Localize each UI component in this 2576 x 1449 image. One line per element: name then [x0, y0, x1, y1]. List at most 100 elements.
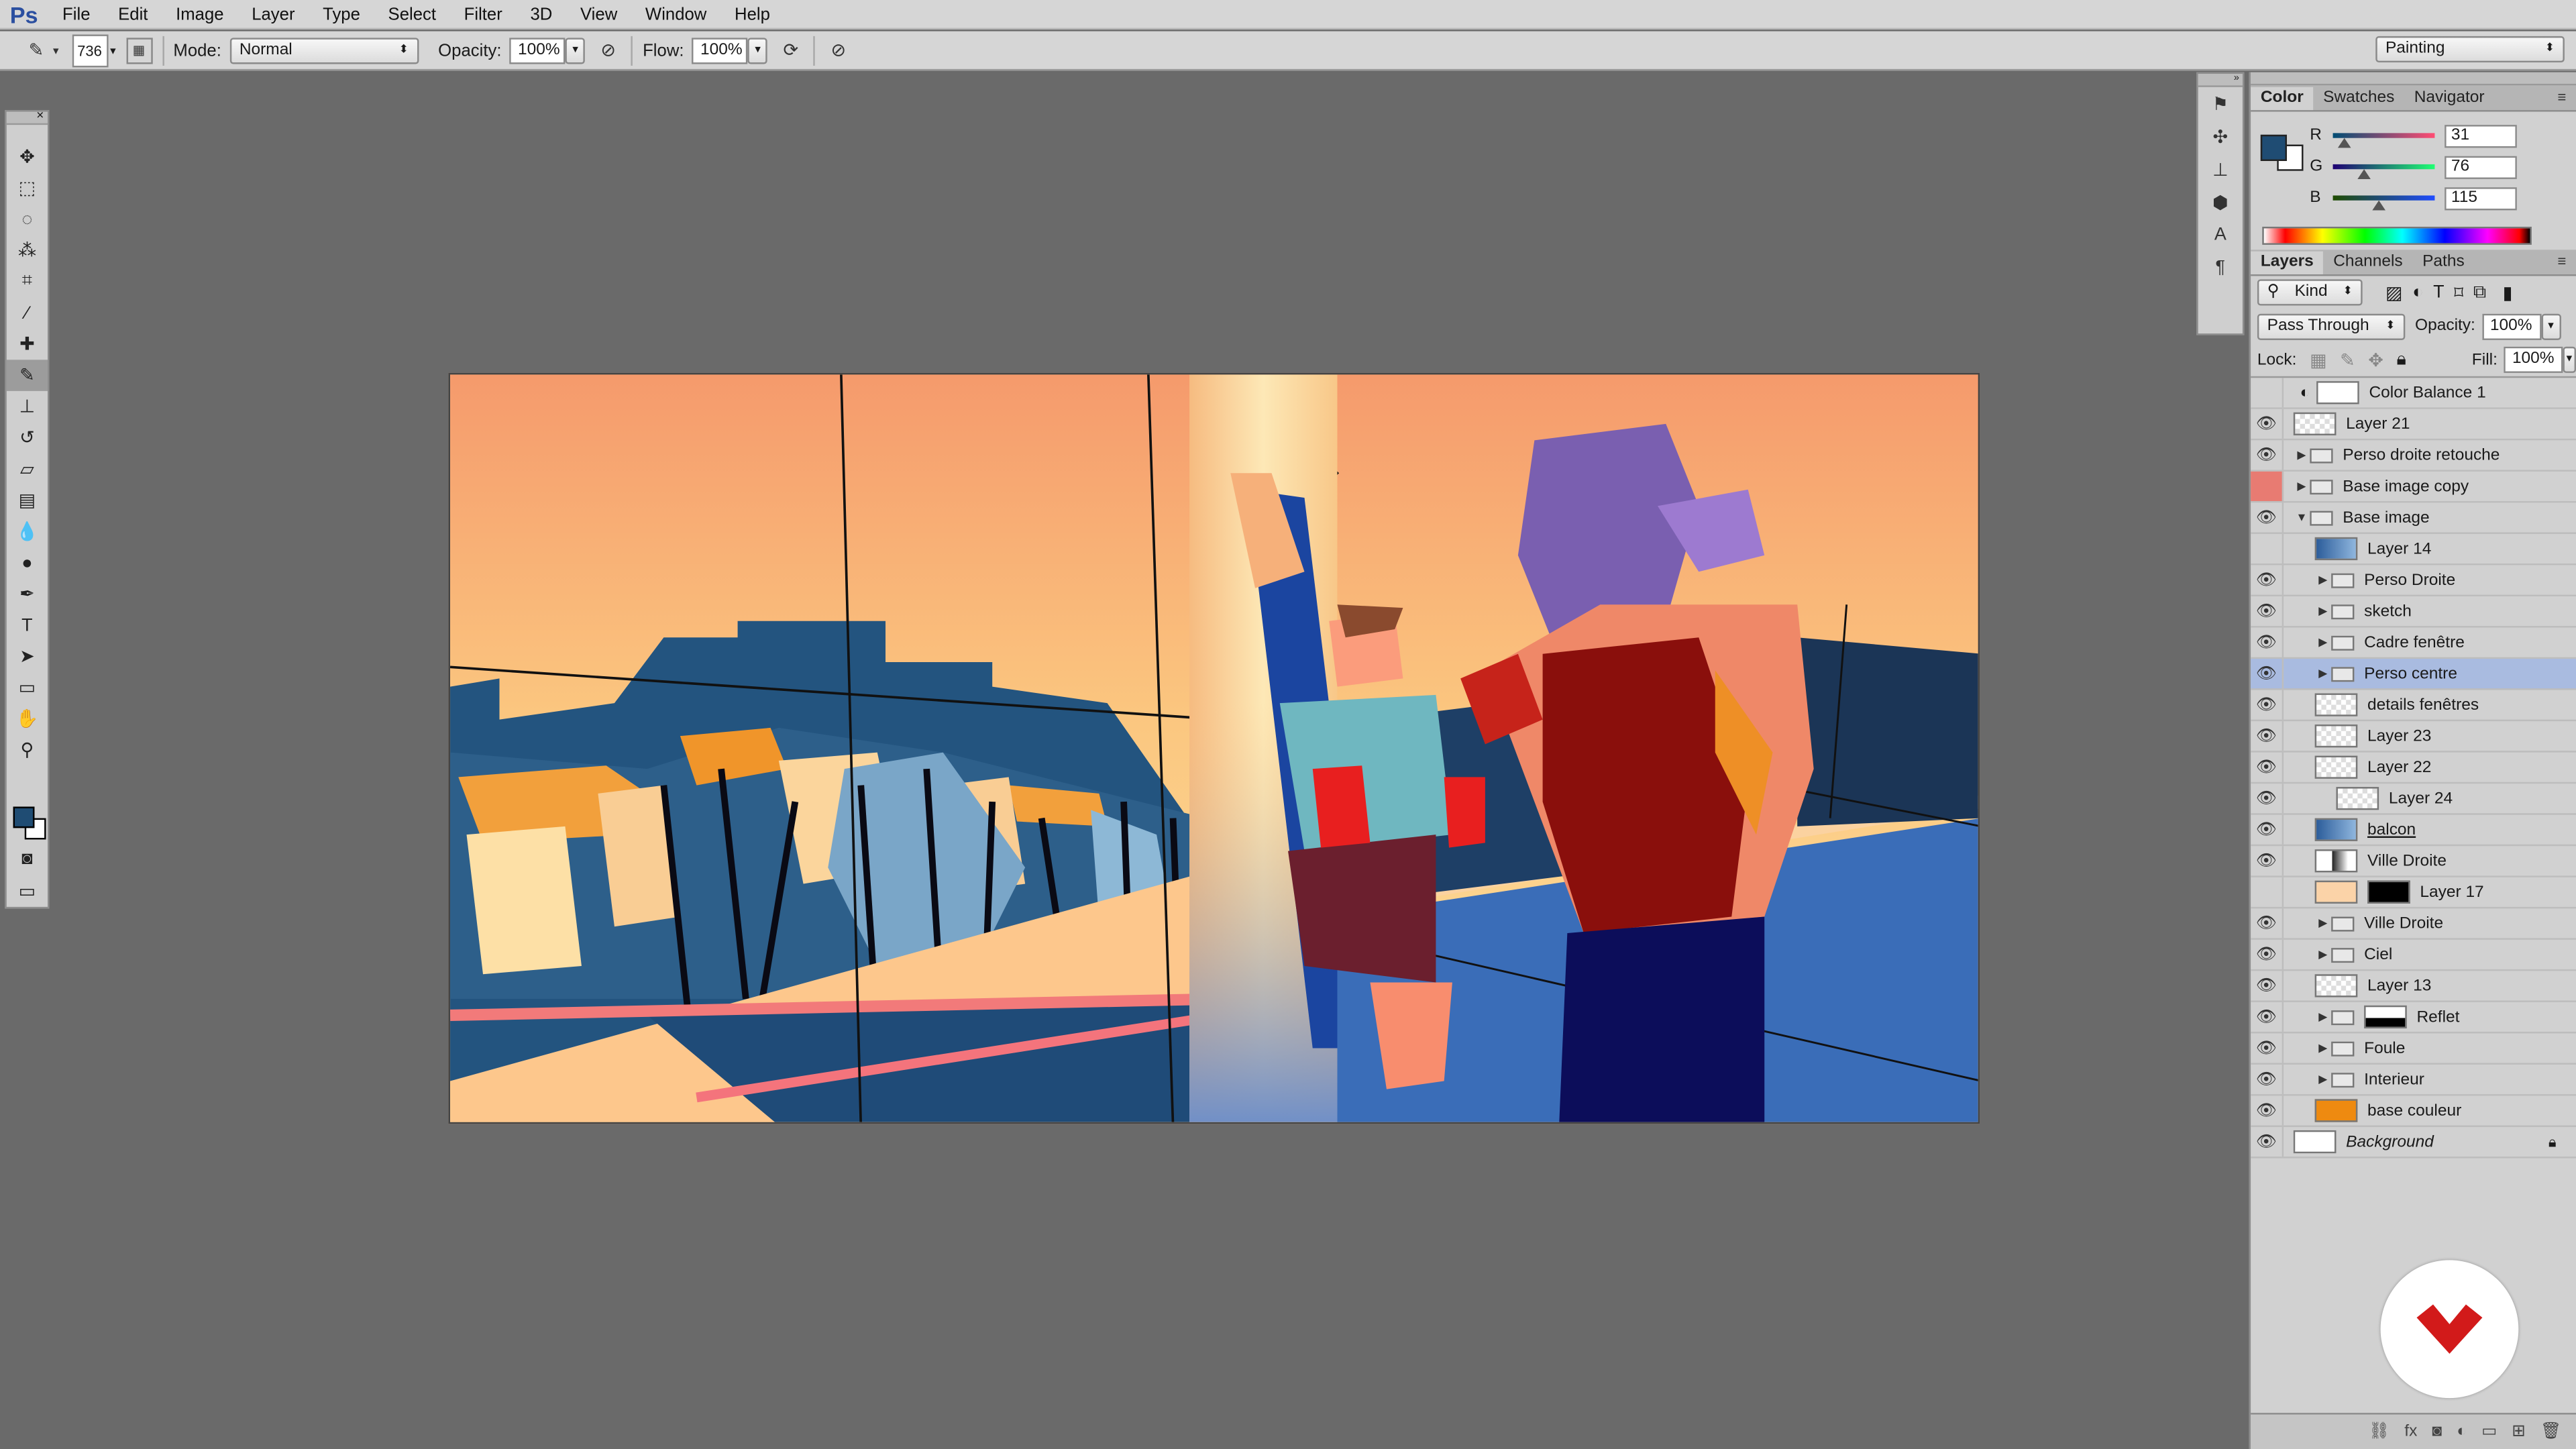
visibility-eye-icon[interactable]: 👁︎	[2251, 1064, 2284, 1095]
expand-arrow-right-icon[interactable]: ▶	[2315, 1010, 2331, 1024]
menu-filter[interactable]: Filter	[464, 4, 502, 23]
filter-kind-select[interactable]: ⚲ Kind ⬍	[2257, 279, 2363, 306]
menu-file[interactable]: File	[62, 4, 90, 23]
layer-row[interactable]: 👁︎ ▶ Perso droite retouche	[2251, 440, 2576, 472]
filter-pixel-icon[interactable]: ▨	[2385, 282, 2402, 303]
healing-brush-tool-icon[interactable]: ✚	[7, 329, 48, 360]
gradient-tool-icon[interactable]: ▤	[7, 484, 48, 516]
visibility-eye-icon[interactable]: 👁︎	[2251, 1095, 2284, 1126]
clone-stamp-tool-icon[interactable]: ⊥	[7, 391, 48, 423]
visibility-eye-icon[interactable]: 👁︎	[2251, 784, 2284, 814]
layer-thumbnail[interactable]	[2314, 1099, 2358, 1122]
layer-thumbnail[interactable]	[2314, 755, 2358, 779]
blue-value-input[interactable]: 115	[2445, 186, 2517, 210]
expand-arrow-right-icon[interactable]: ▶	[2294, 449, 2310, 462]
mode-select[interactable]: Normal ⬍	[229, 37, 419, 64]
layer-thumbnail[interactable]	[2314, 818, 2358, 841]
clone-source-icon[interactable]: ⊥	[2198, 153, 2243, 186]
rectangle-tool-icon[interactable]: ▭	[7, 672, 48, 704]
quick-mask-icon[interactable]: ◙	[7, 843, 48, 874]
filter-adjustment-icon[interactable]: ◐	[2412, 282, 2423, 302]
layer-thumbnail[interactable]	[2316, 381, 2359, 405]
layer-row[interactable]: 👁︎ ▶ Reflet	[2251, 1002, 2576, 1034]
type-tool-icon[interactable]: T	[7, 610, 48, 641]
layer-row[interactable]: 👁︎ Layer 22	[2251, 752, 2576, 784]
expand-arrow-right-icon[interactable]: ▶	[2315, 636, 2331, 649]
airbrush-icon[interactable]: ⟳	[777, 37, 804, 63]
layer-thumbnail[interactable]	[2293, 412, 2337, 435]
expand-arrow-right-icon[interactable]: ▶	[2315, 574, 2331, 586]
visibility-eye-icon[interactable]: 👁︎	[2251, 1002, 2284, 1032]
mask-thumbnail[interactable]	[2364, 1005, 2407, 1029]
layer-row[interactable]: 👁︎ details fenêtres	[2251, 690, 2576, 722]
menu-layer[interactable]: Layer	[252, 4, 294, 23]
layer-row[interactable]: ◐ Color Balance 1	[2251, 378, 2576, 409]
filter-toggle-icon[interactable]: ▮	[2503, 282, 2513, 303]
layer-thumbnail[interactable]	[2314, 724, 2358, 748]
layer-thumbnail[interactable]	[2314, 693, 2358, 716]
expand-arrow-right-icon[interactable]: ▶	[2315, 1073, 2331, 1086]
opacity-input[interactable]: 100%	[509, 37, 566, 64]
panel-menu-icon[interactable]: ≡	[2557, 89, 2566, 105]
menu-image[interactable]: Image	[176, 4, 223, 23]
layer-row[interactable]: 👁︎ Layer 21	[2251, 409, 2576, 441]
layer-row[interactable]: 👁︎ ▶ sketch	[2251, 596, 2576, 628]
tab-navigator[interactable]: Navigator	[2404, 87, 2494, 110]
visibility-eye-icon[interactable]: 👁︎	[2251, 659, 2284, 689]
opacity-dropdown-icon[interactable]: ▾	[565, 37, 586, 64]
lock-transparency-icon[interactable]: ▦	[2310, 349, 2326, 370]
blue-slider-track[interactable]	[2332, 195, 2435, 211]
visibility-eye-icon[interactable]: 👁︎	[2251, 1033, 2284, 1063]
fill-dropdown-icon[interactable]: ▾	[2562, 346, 2576, 373]
red-slider-thumb[interactable]	[2338, 138, 2352, 148]
visibility-eye-icon[interactable]: 👁︎	[2251, 846, 2284, 876]
hand-tool-icon[interactable]: ✋	[7, 703, 48, 735]
visibility-eye-icon[interactable]: 👁︎	[2251, 409, 2284, 439]
fill-input[interactable]: 100%	[2504, 346, 2563, 373]
panel-menu-icon[interactable]: ≡	[2557, 253, 2566, 269]
layer-row[interactable]: 👁︎ base couleur	[2251, 1095, 2576, 1128]
slider-blue[interactable]: B 115	[2251, 182, 2576, 214]
pressure-size-icon[interactable]: ⊘	[825, 37, 851, 63]
layer-row[interactable]: Layer 17	[2251, 877, 2576, 909]
document-canvas[interactable]	[448, 372, 1980, 1124]
menu-help[interactable]: Help	[735, 4, 770, 23]
visibility-eye-icon[interactable]: 👁︎	[2251, 908, 2284, 938]
layer-row[interactable]: 👁︎ Layer 13	[2251, 971, 2576, 1002]
brush-panel-toggle-icon[interactable]: ▦	[125, 37, 152, 64]
layer-thumbnail[interactable]	[2314, 537, 2358, 561]
red-value-input[interactable]: 31	[2445, 123, 2517, 148]
layer-row[interactable]: 👁︎ balcon	[2251, 814, 2576, 847]
pressure-opacity-icon[interactable]: ⊘	[595, 37, 621, 63]
blue-slider-thumb[interactable]	[2372, 200, 2385, 211]
green-slider-thumb[interactable]	[2357, 169, 2370, 179]
visibility-eye-icon[interactable]: 👁︎	[2251, 565, 2284, 595]
new-layer-icon[interactable]: ⊞	[2512, 1423, 2526, 1441]
workspace-select[interactable]: Painting ⬍	[2375, 36, 2565, 63]
history-brush-tool-icon[interactable]: ↺	[7, 422, 48, 453]
move-tool-icon[interactable]: ✥	[7, 142, 48, 173]
color-spectrum-ramp[interactable]	[2262, 226, 2532, 245]
tab-layers[interactable]: Layers	[2251, 251, 2324, 274]
dock-header[interactable]: »	[2198, 74, 2243, 87]
expand-arrow-right-icon[interactable]: ▶	[2315, 948, 2331, 961]
layer-row[interactable]: 👁︎ Background 🔒︎	[2251, 1127, 2576, 1159]
eraser-tool-icon[interactable]: ▱	[7, 453, 48, 485]
layer-thumbnail[interactable]	[2314, 880, 2358, 904]
layer-thumbnail[interactable]	[2314, 849, 2358, 873]
lock-all-icon[interactable]: 🔒︎	[2396, 349, 2406, 370]
visibility-eye-icon[interactable]: 👁︎	[2251, 596, 2284, 627]
marquee-tool-icon[interactable]: ⬚	[7, 172, 48, 204]
layer-opacity-input[interactable]: 100%	[2481, 313, 2541, 339]
layer-row[interactable]: 👁︎ ▶ Interieur	[2251, 1064, 2576, 1096]
new-group-icon[interactable]: ▭	[2481, 1423, 2497, 1441]
visibility-eye-icon[interactable]: 👁︎	[2251, 502, 2284, 533]
link-layers-icon[interactable]: ⛓	[2369, 1423, 2390, 1441]
foreground-color-swatch[interactable]	[13, 806, 35, 828]
tools-panel-header[interactable]: ✕	[6, 111, 48, 125]
brush-presets-icon[interactable]: ⚑	[2198, 87, 2243, 120]
quick-select-tool-icon[interactable]: ⁂	[7, 235, 48, 266]
visibility-eye-icon[interactable]: 👁︎	[2251, 1127, 2284, 1157]
flow-dropdown-icon[interactable]: ▾	[748, 37, 768, 64]
visibility-eye-icon[interactable]: 👁︎	[2251, 939, 2284, 969]
